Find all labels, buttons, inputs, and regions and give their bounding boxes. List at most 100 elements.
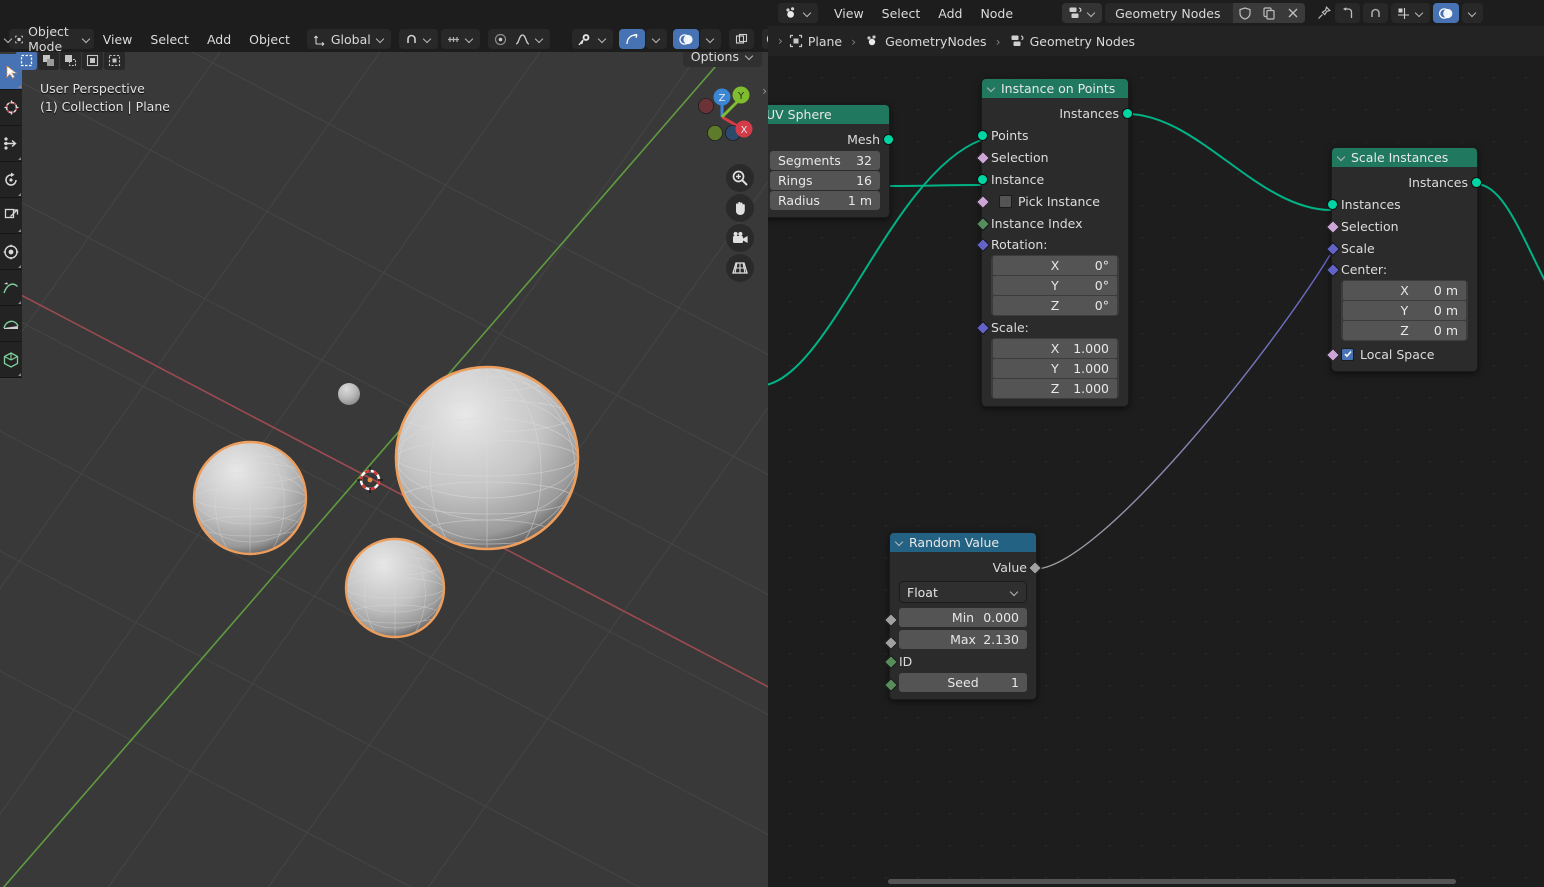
navigation-gizmo[interactable]: Z Y X <box>686 81 758 153</box>
viewport-menu-select[interactable]: Select <box>141 26 198 52</box>
proportional-edit-toggle[interactable] <box>440 29 480 49</box>
socket-boolean-selection[interactable] <box>1325 219 1341 235</box>
socket-row-scale[interactable]: Scale: <box>975 317 1128 337</box>
socket-row-instance-index[interactable]: Instance Index <box>975 212 1128 234</box>
overlay-dropdown[interactable] <box>699 29 721 49</box>
socket-row-scale[interactable]: Scale <box>1325 237 1477 259</box>
parent-up-button[interactable] <box>1334 3 1360 23</box>
node-header-instance-on-points[interactable]: Instance on Points <box>982 79 1128 98</box>
viewport-3d[interactable]: User Perspective (1) Collection | Plane <box>0 26 768 887</box>
node-header-uv-sphere[interactable]: UV Sphere <box>768 105 889 124</box>
field-radius[interactable]: Radius 1 m <box>770 191 880 210</box>
socket-geometry-instances-out[interactable] <box>1122 108 1133 119</box>
socket-row-rotation[interactable]: Rotation: <box>975 234 1128 254</box>
dropdown-data-type[interactable]: Float <box>899 581 1027 603</box>
socket-row-local-space[interactable]: Local Space <box>1325 343 1477 365</box>
field-seed[interactable]: Seed 1 <box>899 673 1027 692</box>
field-rotation-x[interactable]: X 0° <box>993 256 1117 275</box>
select-difference-icon[interactable] <box>104 51 125 70</box>
socket-geometry-mesh[interactable] <box>883 134 894 145</box>
socket-integer-seed[interactable] <box>883 677 899 693</box>
socket-geometry-instance[interactable] <box>977 174 988 185</box>
pan-hand-icon[interactable] <box>726 194 754 222</box>
ortho-persp-grid-icon[interactable] <box>726 254 754 282</box>
tool-cursor[interactable] <box>0 90 22 126</box>
socket-row-instance[interactable]: Instance <box>977 168 1128 190</box>
field-center-x[interactable]: X 0 m <box>1343 281 1466 300</box>
node-collapse-icon[interactable] <box>987 84 996 93</box>
socket-vector-scale[interactable] <box>1325 241 1341 257</box>
gizmo-dropdown[interactable] <box>645 29 667 49</box>
duplicate-icon[interactable] <box>1256 3 1281 23</box>
transform-orientation-selector[interactable]: Global <box>306 29 391 49</box>
gizmo-toggle[interactable] <box>618 29 645 49</box>
datablock-selector[interactable]: Geometry Nodes <box>1105 3 1305 23</box>
node-scale-instances[interactable]: Scale Instances Instances Instances Sele… <box>1325 147 1482 372</box>
node-menu-select[interactable]: Select <box>873 0 930 26</box>
sidebar-expand-arrow[interactable]: › <box>762 84 767 98</box>
tool-measure[interactable] <box>0 306 22 342</box>
node-canvas[interactable]: UV Sphere Mesh Segments 32 Rings 16 Radi… <box>768 56 1544 887</box>
node-tree-type-selector[interactable] <box>1062 3 1103 23</box>
field-scale-z[interactable]: Z 1.000 <box>993 379 1117 398</box>
socket-vector-rotation[interactable] <box>975 237 991 253</box>
node-random-value[interactable]: Random Value Value Float Min 0.000 Max 2… <box>883 532 1043 700</box>
node-uv-sphere[interactable]: UV Sphere Mesh Segments 32 Rings 16 Radi… <box>768 104 894 218</box>
socket-integer-instance-index[interactable] <box>975 216 991 232</box>
socket-row-instances-out[interactable]: Instances <box>982 102 1133 124</box>
socket-row-value-out[interactable]: Value <box>890 556 1043 578</box>
snap-magnet-toggle[interactable] <box>398 29 438 49</box>
field-scale-y[interactable]: Y 1.000 <box>993 359 1117 378</box>
socket-boolean-local-space[interactable] <box>1325 347 1341 363</box>
node-instance-on-points[interactable]: Instance on Points Instances Points Sele… <box>975 78 1133 407</box>
camera-icon[interactable] <box>726 224 754 252</box>
tool-add-cube[interactable] <box>0 342 22 378</box>
snap-magnet-toggle[interactable] <box>1362 3 1388 23</box>
node-editor-header[interactable]: View Select Add Node Geometry Nodes <box>768 0 1544 26</box>
socket-vector-scale[interactable] <box>975 320 991 336</box>
viewport-header[interactable]: Object Mode View Select Add Object Globa… <box>0 26 768 54</box>
socket-float-min[interactable] <box>883 612 899 628</box>
breadcrumb-item-object[interactable]: Plane <box>808 34 842 49</box>
tool-move[interactable] <box>0 126 22 162</box>
socket-float-value[interactable] <box>1027 560 1043 576</box>
overlay-dropdown[interactable] <box>1461 3 1483 23</box>
socket-row-mesh-out[interactable]: Mesh <box>768 128 894 150</box>
socket-row-instances-in[interactable]: Instances <box>1327 193 1477 215</box>
viewport-toolbar[interactable] <box>0 54 22 378</box>
editor-type-selector[interactable] <box>778 3 818 23</box>
vector-rotation[interactable]: X 0° Y 0° Z 0° <box>991 255 1119 316</box>
breadcrumb-item-modifier[interactable]: GeometryNodes <box>885 34 986 49</box>
socket-boolean-pick-instance[interactable] <box>975 194 991 210</box>
tool-annotate[interactable] <box>0 270 22 306</box>
field-rotation-y[interactable]: Y 0° <box>993 276 1117 295</box>
socket-integer-id[interactable] <box>883 654 899 670</box>
field-min[interactable]: Min 0.000 <box>899 608 1027 627</box>
socket-boolean-selection[interactable] <box>975 150 991 166</box>
field-center-y[interactable]: Y 0 m <box>1343 301 1466 320</box>
socket-vector-center[interactable] <box>1325 262 1341 278</box>
socket-geometry-instances-out[interactable] <box>1471 177 1482 188</box>
breadcrumb-item-nodetree[interactable]: Geometry Nodes <box>1030 34 1135 49</box>
shield-fake-user-icon[interactable] <box>1232 3 1257 23</box>
breadcrumb-back-arrow[interactable]: › <box>772 34 789 48</box>
field-segments[interactable]: Segments 32 <box>770 151 880 170</box>
field-rotation-z[interactable]: Z 0° <box>993 296 1117 315</box>
overlay-toggle[interactable] <box>672 29 699 49</box>
socket-row-instances-out[interactable]: Instances <box>1332 171 1482 193</box>
pin-icon[interactable] <box>1313 6 1335 20</box>
node-collapse-icon[interactable] <box>895 538 904 547</box>
socket-row-points[interactable]: Points <box>977 124 1128 146</box>
snap-grid-selector[interactable] <box>1390 3 1430 23</box>
xray-toggle[interactable] <box>728 29 754 49</box>
field-rings[interactable]: Rings 16 <box>770 171 880 190</box>
node-collapse-icon[interactable] <box>1337 153 1346 162</box>
socket-row-id[interactable]: ID <box>883 650 1036 672</box>
tool-transform[interactable] <box>0 234 22 270</box>
unlink-x-icon[interactable] <box>1280 3 1305 23</box>
mode-selector[interactable]: Object Mode <box>9 26 94 54</box>
checkbox-pick-instance[interactable] <box>999 194 1012 208</box>
tool-rotate[interactable] <box>0 162 22 198</box>
node-menu-node[interactable]: Node <box>971 0 1022 26</box>
socket-row-selection[interactable]: Selection <box>1325 215 1477 237</box>
